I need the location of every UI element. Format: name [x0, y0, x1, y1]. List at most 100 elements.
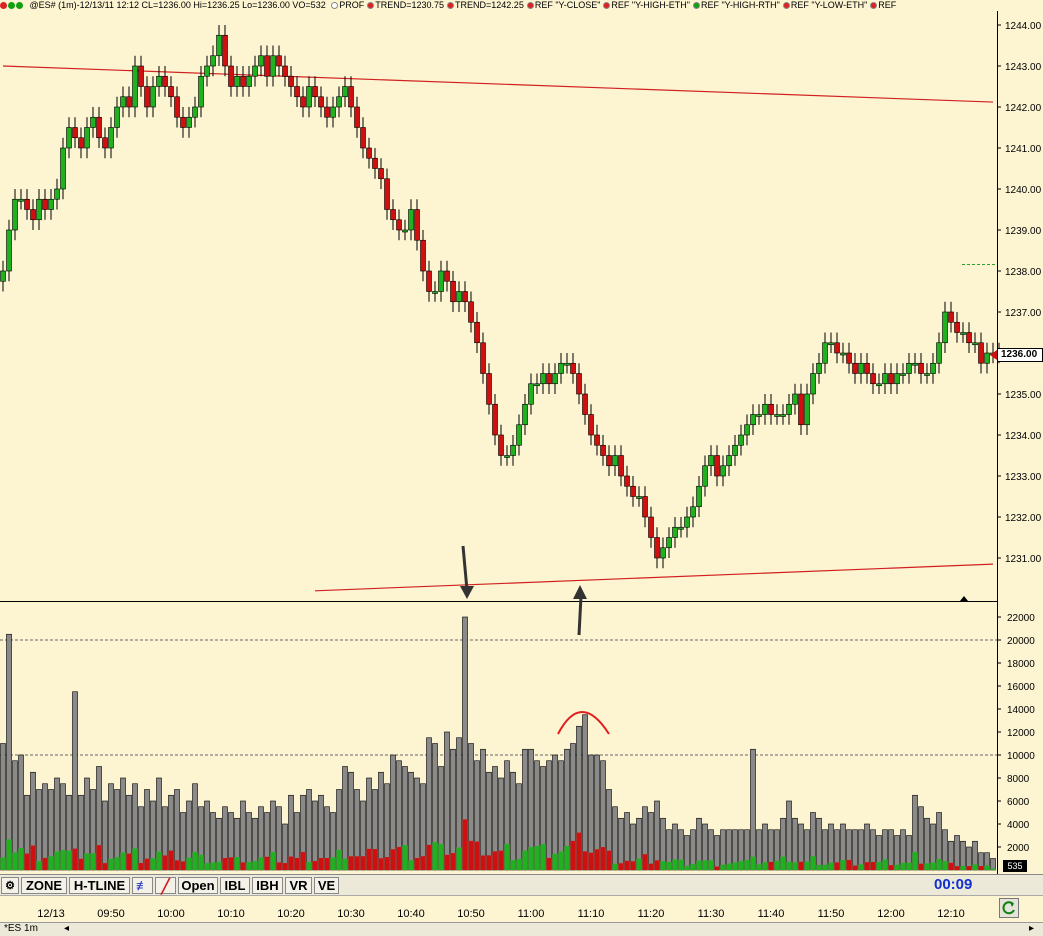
scroll-left-icon[interactable]: ◂ [64, 923, 69, 934]
candle-body [606, 455, 612, 467]
volume-bar-delta [54, 851, 60, 870]
window-red-dot[interactable] [0, 2, 7, 9]
candle-body [90, 116, 96, 128]
candle-body [870, 373, 876, 385]
volume-bar-delta [924, 863, 930, 870]
study-toggle-icon[interactable] [870, 2, 878, 9]
study-1[interactable]: TREND=1230.75 [367, 0, 444, 10]
volume-bar-delta [900, 862, 906, 870]
study-label: TREND=1242.25 [455, 0, 524, 10]
volume-bar-delta [354, 856, 360, 870]
study-0[interactable]: PROF [331, 0, 364, 10]
candle-body [126, 96, 132, 108]
study-label: REF "Y-CLOSE" [534, 0, 601, 10]
fib-tool-icon[interactable]: ≢ [132, 877, 153, 894]
volume-bar-delta [558, 851, 564, 870]
candle-body [858, 362, 864, 374]
candle-body [612, 455, 618, 467]
price-tick-label: 1242.00 [1005, 103, 1042, 114]
price-tick-label: 1240.00 [1005, 185, 1042, 196]
volume-bar-delta [252, 861, 258, 870]
volume-bar-delta [612, 863, 618, 870]
volume-bar-delta [360, 856, 366, 870]
time-tick-label: 11:50 [817, 908, 845, 920]
volume-bar-delta [12, 852, 18, 870]
zone-button[interactable]: ZONE [21, 877, 67, 894]
vr-button[interactable]: VR [285, 877, 312, 894]
volume-bar-delta [318, 858, 324, 870]
chart-tab[interactable]: *ES 1m [4, 923, 38, 934]
study-3[interactable]: REF "Y-CLOSE" [526, 0, 601, 10]
ibl-button[interactable]: IBL [220, 877, 250, 894]
volume-bar [480, 748, 486, 871]
candle-body [252, 65, 258, 77]
trendline-tool-icon[interactable]: ╱ [155, 877, 176, 894]
volume-bar [204, 800, 210, 871]
volume-bar [552, 754, 558, 871]
volume-bar-delta [564, 845, 570, 870]
candle-body [684, 516, 690, 528]
candle-body [840, 352, 846, 356]
candle-body [138, 65, 144, 87]
price-tick-label: 1243.00 [1005, 62, 1042, 73]
refresh-icon[interactable] [999, 898, 1019, 918]
candle-body [192, 106, 198, 118]
volume-bar-delta [780, 856, 786, 870]
volume-bar-delta [60, 850, 66, 870]
time-tick-label: 10:00 [157, 908, 185, 920]
candle-body [690, 506, 696, 518]
study-toggle-icon[interactable] [447, 2, 455, 9]
study-2[interactable]: TREND=1242.25 [447, 0, 524, 10]
settings-gear-icon[interactable]: ⚙ [1, 877, 19, 894]
scroll-right-icon[interactable]: ▸ [1029, 923, 1034, 934]
study-toggle-icon[interactable] [367, 2, 375, 9]
candle-body [918, 362, 924, 374]
candle-body [270, 55, 276, 77]
volume-bar-delta [78, 858, 84, 870]
candle-body [114, 106, 120, 128]
study-toggle-icon[interactable] [692, 2, 700, 9]
volume-bar [312, 800, 318, 871]
candle-body [528, 383, 534, 405]
open-button[interactable]: Open [178, 877, 218, 894]
price-tick-label: 1232.00 [1005, 513, 1042, 524]
window-green-dot[interactable] [8, 2, 15, 9]
window-green-dot-2[interactable] [16, 2, 23, 9]
volume-bar [654, 800, 660, 871]
candle-body [408, 209, 414, 231]
volume-bar-delta [912, 852, 918, 870]
study-toggle-icon[interactable] [782, 2, 790, 9]
price-tick-label: 1237.00 [1005, 308, 1042, 319]
study-5[interactable]: REF "Y-HIGH-RTH" [692, 0, 780, 10]
volume-bar-delta [840, 859, 846, 870]
ibh-button[interactable]: IBH [252, 877, 283, 894]
candle-body [576, 373, 582, 395]
volume-bar [582, 714, 588, 871]
time-tick-label: 11:40 [757, 908, 785, 920]
h-tline-button[interactable]: H-TLINE [69, 877, 130, 894]
candle-body [240, 75, 246, 87]
volume-bar [144, 789, 150, 871]
study-4[interactable]: REF "Y-HIGH-ETH" [603, 0, 690, 10]
study-toggle-icon[interactable] [331, 2, 339, 9]
volume-bar-delta [18, 848, 24, 870]
volume-tick-label: 18000 [1007, 659, 1035, 670]
chart-area[interactable]: 1231.00 1232.00 1233.00 1234.00 1235.00 1236.… [0, 0, 1043, 936]
candle-body [600, 444, 606, 456]
volume-bar-delta [768, 861, 774, 870]
study-7[interactable]: REF [870, 0, 896, 10]
candle-body [156, 75, 162, 87]
study-toggle-icon[interactable] [603, 2, 611, 9]
candle-body [444, 270, 450, 282]
candle-body [282, 65, 288, 77]
study-6[interactable]: REF "Y-LOW-ETH" [782, 0, 867, 10]
volume-bar-delta [306, 861, 312, 870]
candle-body [468, 301, 474, 323]
volume-bar-delta [486, 855, 492, 870]
candle-body [72, 127, 78, 139]
study-toggle-icon[interactable] [526, 2, 534, 9]
volume-bar-delta [876, 862, 882, 870]
volume-bar-delta [126, 853, 132, 870]
volume-bar [720, 829, 726, 871]
ve-button[interactable]: VE [314, 877, 339, 894]
